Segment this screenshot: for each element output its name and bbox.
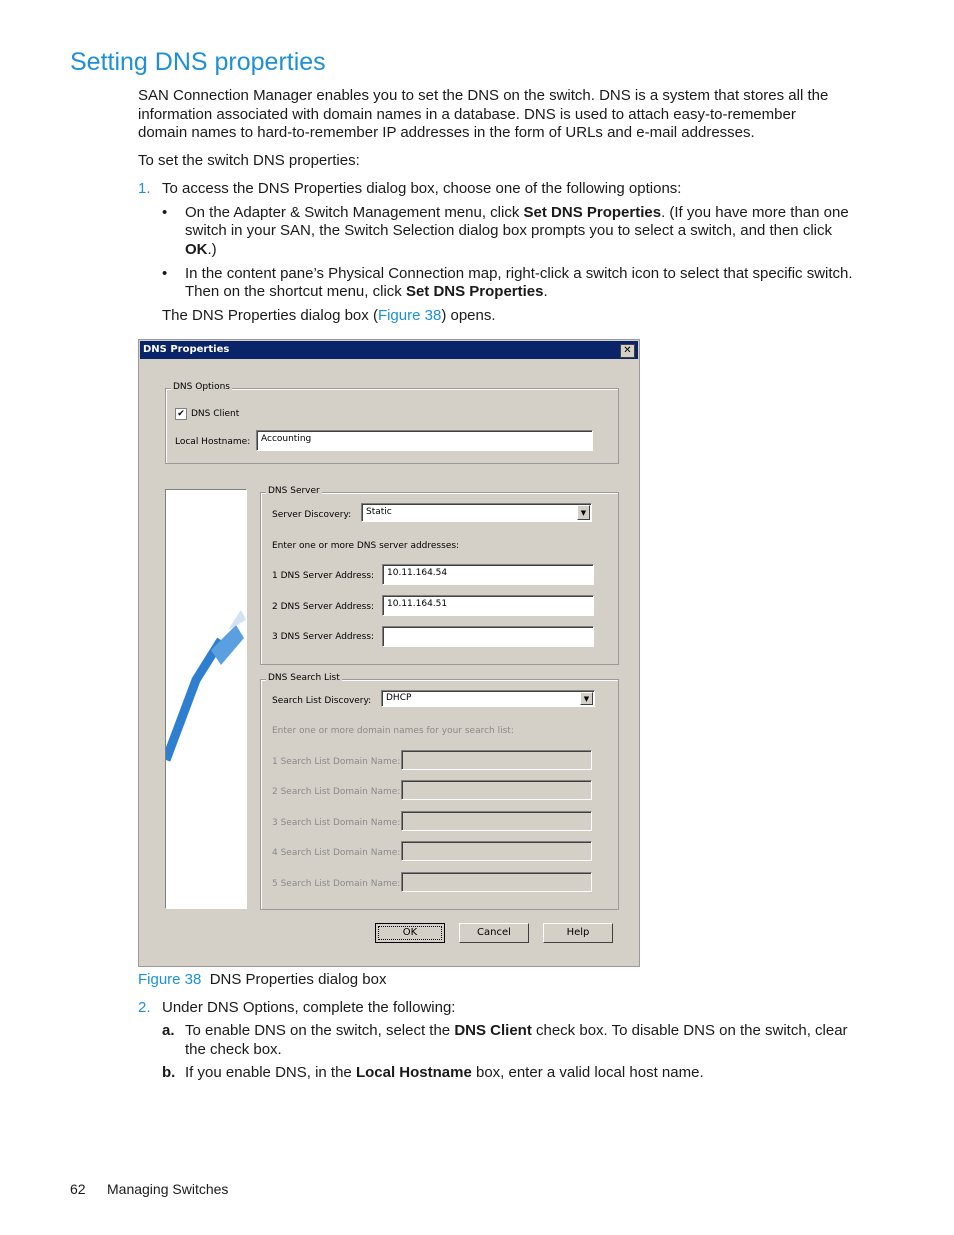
intro-line: SAN Connection Manager enables you to se… <box>138 87 829 104</box>
hostname-input[interactable]: Accounting <box>256 430 593 451</box>
help-button[interactable]: Help <box>543 923 613 943</box>
intro-line: domain names to hard-to-remember IP addr… <box>138 124 755 141</box>
step-text: Under DNS Options, complete the followin… <box>162 999 456 1016</box>
dns-server-address-2[interactable]: 10.11.164.51 <box>382 595 594 616</box>
search-discovery-label: Search List Discovery: <box>272 696 372 706</box>
dns-options-group: DNS Options <box>165 382 619 464</box>
figure-link[interactable]: Figure 38 <box>378 307 441 324</box>
sub-step-text: If you enable DNS, in the Local Hostname… <box>185 1064 704 1081</box>
document-page: Setting DNS properties SAN Connection Ma… <box>0 0 954 1235</box>
server-instruction: Enter one or more DNS server addresses: <box>272 541 460 551</box>
close-icon[interactable]: ✕ <box>620 344 635 358</box>
dns-server-address-1[interactable]: 10.11.164.54 <box>382 564 594 585</box>
page-number: 62 <box>70 1181 86 1197</box>
sub-step-number: b. <box>162 1064 176 1081</box>
lead-text: To set the switch DNS properties: <box>138 152 360 169</box>
hostname-label: Local Hostname: <box>175 437 251 447</box>
step-number: 1. <box>138 180 151 197</box>
bullet-text: switch in your SAN, the Switch Selection… <box>185 222 832 239</box>
dns-client-label: DNS Client <box>191 409 240 419</box>
address-label: 1 DNS Server Address: <box>272 571 375 581</box>
dialog-title: DNS Properties <box>143 344 230 355</box>
search-domain-4[interactable] <box>401 841 592 861</box>
cancel-button[interactable]: Cancel <box>459 923 529 943</box>
footer-section: Managing Switches <box>107 1181 229 1197</box>
bullet-text: OK.) <box>185 241 217 258</box>
chevron-down-icon[interactable]: ▼ <box>580 692 593 705</box>
search-instruction: Enter one or more domain names for your … <box>272 726 514 736</box>
server-discovery-label: Server Discovery: <box>272 510 352 520</box>
domain-label: 3 Search List Domain Name: <box>272 818 401 828</box>
step-number: 2. <box>138 999 151 1016</box>
cable-image-pane <box>161 489 247 909</box>
chevron-down-icon[interactable]: ▼ <box>577 505 590 520</box>
dns-properties-dialog: DNS Properties ✕ DNS Options ✔ DNS Clien… <box>138 339 640 967</box>
address-label: 2 DNS Server Address: <box>272 602 375 612</box>
figure-caption: Figure 38 DNS Properties dialog box <box>138 971 387 988</box>
sub-step-text: To enable DNS on the switch, select the … <box>185 1022 848 1039</box>
search-domain-3[interactable] <box>401 811 592 831</box>
network-cable-icon <box>161 610 246 762</box>
bullet-text: Then on the shortcut menu, click Set DNS… <box>185 283 548 300</box>
domain-label: 1 Search List Domain Name: <box>272 757 401 767</box>
dns-server-address-3[interactable] <box>382 626 594 647</box>
search-domain-2[interactable] <box>401 780 592 800</box>
intro-line: information associated with domain names… <box>138 106 796 123</box>
search-discovery-select[interactable]: DHCP ▼ <box>381 690 595 707</box>
group-legend: DNS Options <box>171 382 232 392</box>
ok-button[interactable]: OK <box>375 923 445 943</box>
server-discovery-select[interactable]: Static ▼ <box>361 503 592 522</box>
search-domain-5[interactable] <box>401 872 592 892</box>
bullet-text: On the Adapter & Switch Management menu,… <box>185 204 849 221</box>
group-legend: DNS Server <box>266 486 322 496</box>
domain-label: 2 Search List Domain Name: <box>272 787 401 797</box>
page-title: Setting DNS properties <box>70 48 326 76</box>
sub-step-text: the check box. <box>185 1041 282 1058</box>
address-label: 3 DNS Server Address: <box>272 632 375 642</box>
bullet-icon: • <box>162 204 168 221</box>
domain-label: 4 Search List Domain Name: <box>272 848 401 858</box>
group-legend: DNS Search List <box>266 673 342 683</box>
search-domain-1[interactable] <box>401 750 592 770</box>
opens-text: The DNS Properties dialog box (Figure 38… <box>162 307 496 324</box>
dns-client-checkbox[interactable]: ✔ <box>175 408 187 420</box>
step-text: To access the DNS Properties dialog box,… <box>162 180 682 197</box>
bullet-text: In the content pane’s Physical Connectio… <box>185 265 853 282</box>
dialog-titlebar: DNS Properties ✕ <box>140 341 638 359</box>
sub-step-number: a. <box>162 1022 175 1039</box>
domain-label: 5 Search List Domain Name: <box>272 879 401 889</box>
bullet-icon: • <box>162 265 168 282</box>
